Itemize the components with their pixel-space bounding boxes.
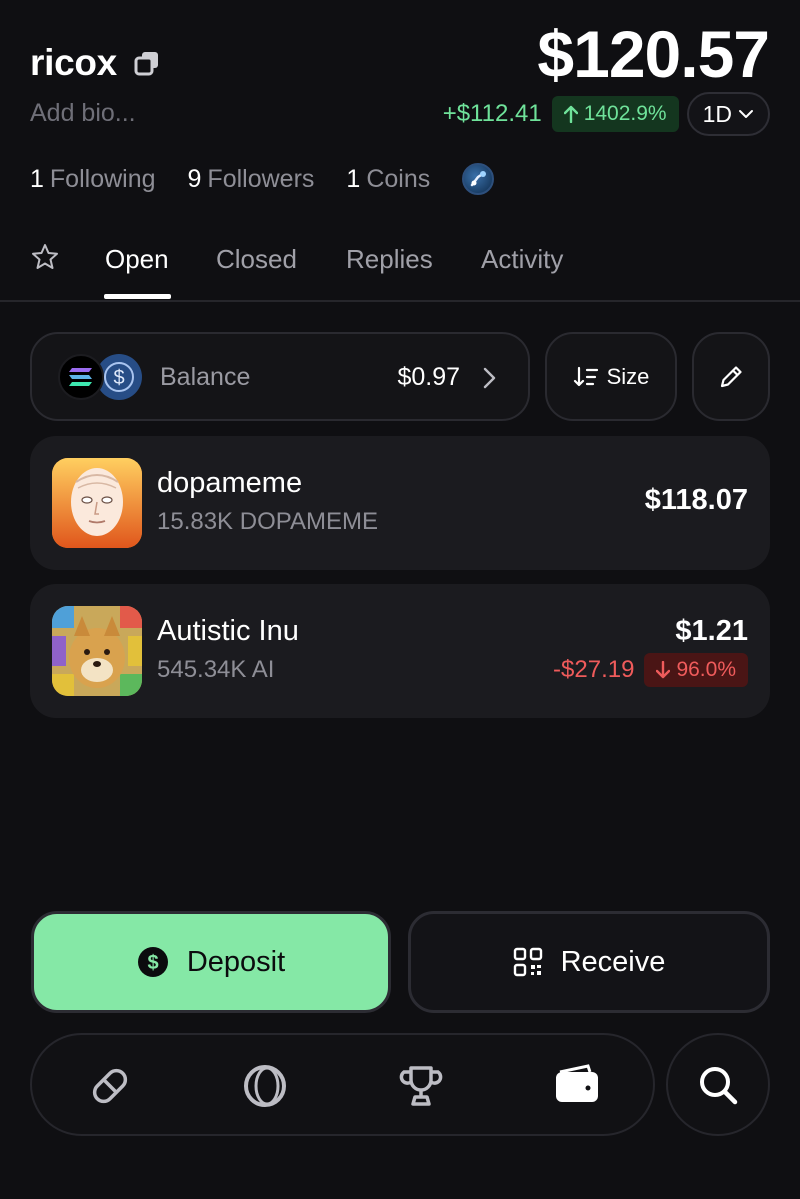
- pencil-icon: [720, 365, 742, 387]
- coin-value: $1.21: [675, 615, 748, 647]
- bio-input[interactable]: Add bio...: [30, 99, 136, 128]
- tab-open[interactable]: Open: [105, 244, 169, 275]
- bottom-nav: [30, 1033, 655, 1136]
- trophy-icon: [399, 1066, 443, 1106]
- autistic-inu-coin-image: [52, 606, 142, 696]
- coin-amount: 545.34K AI: [157, 656, 275, 683]
- username: ricox: [30, 42, 117, 83]
- active-tab-indicator: [104, 294, 171, 299]
- coin-change-amount: -$27.19: [553, 656, 635, 683]
- created-coin-avatar[interactable]: [462, 163, 495, 195]
- tab-bar: Open Closed Replies Activity: [0, 232, 800, 302]
- solana-icon: [58, 354, 104, 400]
- holding-row[interactable]: Autistic Inu 545.34K AI $1.21 -$27.19 96…: [30, 584, 770, 718]
- change-percent: 1402.9%: [583, 102, 667, 125]
- followers-stat[interactable]: 9 Followers: [188, 165, 315, 194]
- balance-value: $0.97: [397, 363, 460, 391]
- search-icon: [700, 1066, 738, 1104]
- orb-icon: [244, 1065, 286, 1107]
- sort-label: Size: [606, 363, 650, 389]
- coins-count: 1: [346, 164, 361, 193]
- deposit-label: Deposit: [186, 945, 286, 978]
- nav-orb-icon[interactable]: [240, 1061, 290, 1111]
- tab-closed[interactable]: Closed: [216, 244, 297, 275]
- tab-replies[interactable]: Replies: [346, 244, 433, 275]
- coin-change-badge: 96.0%: [644, 653, 748, 687]
- followers-count: 9: [187, 164, 202, 193]
- coin-name: Autistic Inu: [157, 615, 299, 647]
- coin-value: $118.07: [644, 484, 748, 516]
- dollar-coin-icon: $: [137, 947, 168, 977]
- coins-stat[interactable]: 1 Coins: [346, 165, 430, 194]
- holding-row[interactable]: dopameme 15.83K DOPAMEME $118.07: [30, 436, 770, 570]
- following-stat[interactable]: 1 Following: [30, 165, 156, 194]
- qr-code-icon: [513, 947, 542, 977]
- nav-trophy-icon[interactable]: [396, 1061, 446, 1111]
- receive-button[interactable]: Receive: [408, 911, 770, 1013]
- coins-label: Coins: [366, 164, 431, 193]
- following-count: 1: [30, 164, 44, 193]
- chevron-down-icon: [739, 110, 753, 118]
- following-label: Following: [49, 164, 156, 193]
- coin-name: dopameme: [157, 467, 303, 499]
- profile-stats: 1 Following 9 Followers 1 Coins: [30, 161, 495, 197]
- pill-icon: [92, 1068, 128, 1104]
- svg-text:$: $: [113, 367, 124, 389]
- coin-art-icon: [470, 171, 487, 187]
- copy-icon[interactable]: [133, 49, 161, 77]
- change-percent-badge: 1402.9%: [551, 96, 679, 132]
- arrow-down-icon: [656, 661, 671, 679]
- followers-label: Followers: [207, 164, 315, 193]
- chevron-right-icon: [483, 367, 496, 389]
- total-value: $120.57: [537, 17, 770, 91]
- arrow-up-icon: [563, 105, 578, 123]
- coin-change-row: -$27.19 96.0%: [553, 653, 748, 687]
- coin-amount: 15.83K DOPAMEME: [157, 508, 378, 535]
- period-selector[interactable]: 1D: [686, 92, 770, 136]
- dopameme-coin-image: [52, 458, 142, 548]
- tab-activity[interactable]: Activity: [481, 244, 563, 275]
- receive-label: Receive: [560, 945, 666, 978]
- sort-icon: [573, 366, 598, 386]
- change-row: +$112.41 1402.9% 1D: [443, 92, 770, 136]
- svg-text:$: $: [147, 952, 158, 974]
- star-icon[interactable]: [30, 242, 60, 272]
- deposit-button[interactable]: $ Deposit: [31, 911, 391, 1013]
- change-amount: +$112.41: [442, 100, 542, 127]
- edit-button[interactable]: [692, 332, 770, 421]
- period-label: 1D: [702, 100, 732, 127]
- wallet-icon: [556, 1064, 598, 1102]
- sort-size-button[interactable]: Size: [545, 332, 677, 421]
- profile-screen: ricox Add bio... $120.57 +$112.41 1402.9…: [0, 0, 800, 1199]
- nav-pill-icon[interactable]: [85, 1061, 135, 1111]
- search-button[interactable]: [666, 1033, 770, 1136]
- balance-label: Balance: [160, 363, 251, 391]
- balance-button[interactable]: $ Balance $0.97: [30, 332, 530, 421]
- coin-change-percent: 96.0%: [676, 658, 736, 681]
- nav-wallet-icon[interactable]: [552, 1061, 602, 1111]
